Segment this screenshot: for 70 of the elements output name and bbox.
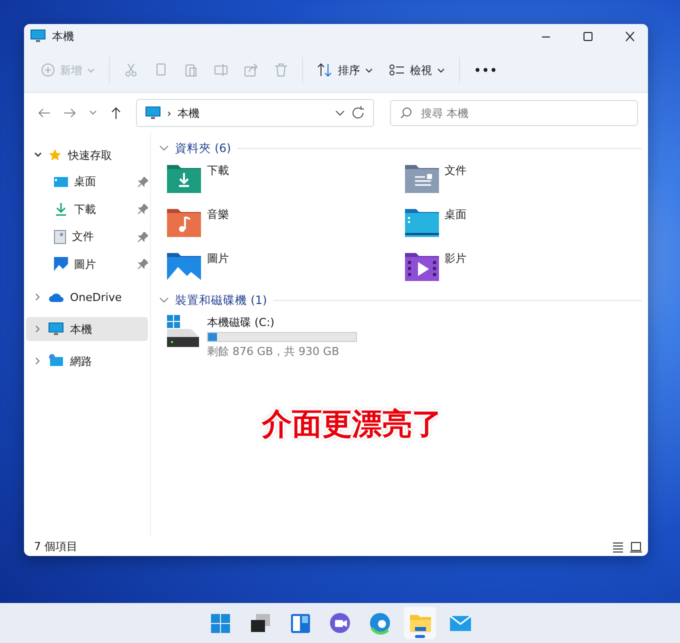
- maximize-icon[interactable]: [582, 30, 594, 42]
- computer-icon: [30, 29, 46, 43]
- arrow-right-icon[interactable]: [63, 106, 77, 120]
- window-title: 本機: [52, 28, 75, 44]
- document-icon: [54, 230, 66, 244]
- desktop-icon: [54, 176, 68, 188]
- arrow-up-icon[interactable]: [109, 106, 123, 120]
- cloud-icon: [48, 292, 64, 302]
- trash-icon: [274, 63, 288, 77]
- sidebar-item[interactable]: 圖片: [26, 252, 148, 277]
- more-button[interactable]: •••: [467, 55, 506, 85]
- monitor-icon: [48, 322, 64, 336]
- chevron-down-icon[interactable]: [437, 68, 445, 72]
- clipboard-icon: [184, 63, 198, 77]
- browser-icon: [367, 610, 393, 636]
- folder-item[interactable]: 影片: [404, 251, 642, 285]
- sidebar-item[interactable]: OneDrive: [26, 285, 148, 309]
- item-count: 7 個項目: [34, 539, 78, 554]
- search-icon: [400, 107, 412, 119]
- copy-icon: [154, 63, 168, 77]
- caption-text: 介面更漂亮了: [262, 406, 442, 444]
- chevron-down-icon[interactable]: [365, 68, 373, 72]
- folder-icon: [167, 207, 201, 237]
- sidebar-item[interactable]: 文件: [26, 224, 148, 250]
- folder-icon: [167, 251, 201, 281]
- share-icon: [244, 63, 258, 77]
- drive-name[interactable]: 本機磁碟 (C:): [207, 315, 357, 330]
- folder-icon: [404, 207, 438, 237]
- drive-space-text: 剩餘 876 GB，共 930 GB: [207, 344, 340, 359]
- sidebar-item[interactable]: 網路: [26, 349, 148, 373]
- chevron-right-icon[interactable]: [34, 293, 42, 301]
- toolbar-button[interactable]: 排序: [310, 55, 380, 85]
- folder-item[interactable]: 圖片: [167, 251, 404, 285]
- breadcrumb-item[interactable]: 本機: [177, 106, 329, 120]
- download-icon: [54, 202, 68, 216]
- folder-item[interactable]: 桌面: [404, 207, 642, 241]
- sidebar-item[interactable]: 桌面: [26, 169, 148, 194]
- monitor-icon: [145, 106, 161, 120]
- close-icon[interactable]: [624, 30, 636, 42]
- arrow-left-icon[interactable]: [37, 106, 51, 120]
- section-header[interactable]: 資料夾 (6): [175, 140, 231, 156]
- scissors-icon: [124, 63, 138, 77]
- folder-item[interactable]: 下載: [167, 163, 404, 197]
- search-field[interactable]: 搜尋 本機: [390, 100, 638, 126]
- sidebar-item[interactable]: 下載: [26, 196, 148, 222]
- sidebar-item[interactable]: 本機: [26, 317, 148, 341]
- folder-icon: [404, 163, 438, 193]
- address-bar[interactable]: › 本機: [136, 99, 374, 127]
- chevron-right-icon[interactable]: [34, 325, 42, 333]
- chevron-right-icon[interactable]: [34, 357, 42, 365]
- rename-icon: [214, 63, 228, 77]
- sort-icon: [317, 63, 333, 77]
- folder-icon: [404, 251, 438, 281]
- section-header[interactable]: 裝置和磁碟機 (1): [175, 292, 267, 308]
- toolbar-button[interactable]: 檢視: [382, 55, 452, 85]
- folder-icon: [167, 163, 201, 193]
- folder-item[interactable]: 音樂: [167, 207, 404, 241]
- list-view-icon: [389, 63, 405, 77]
- chevron-down-icon[interactable]: [335, 110, 345, 116]
- refresh-icon[interactable]: [351, 106, 365, 120]
- chevron-down-icon[interactable]: [34, 152, 42, 158]
- folder-item[interactable]: 文件: [404, 163, 642, 197]
- sidebar-item[interactable]: 快速存取: [26, 143, 148, 167]
- plus-icon: [41, 63, 55, 77]
- star-icon: [48, 148, 62, 162]
- details-view-icon[interactable]: [612, 540, 624, 552]
- drive-icon: [167, 315, 201, 349]
- tiles-view-icon[interactable]: [630, 540, 642, 552]
- video-chat-icon: [327, 610, 353, 636]
- breadcrumb-separator: ›: [167, 106, 172, 120]
